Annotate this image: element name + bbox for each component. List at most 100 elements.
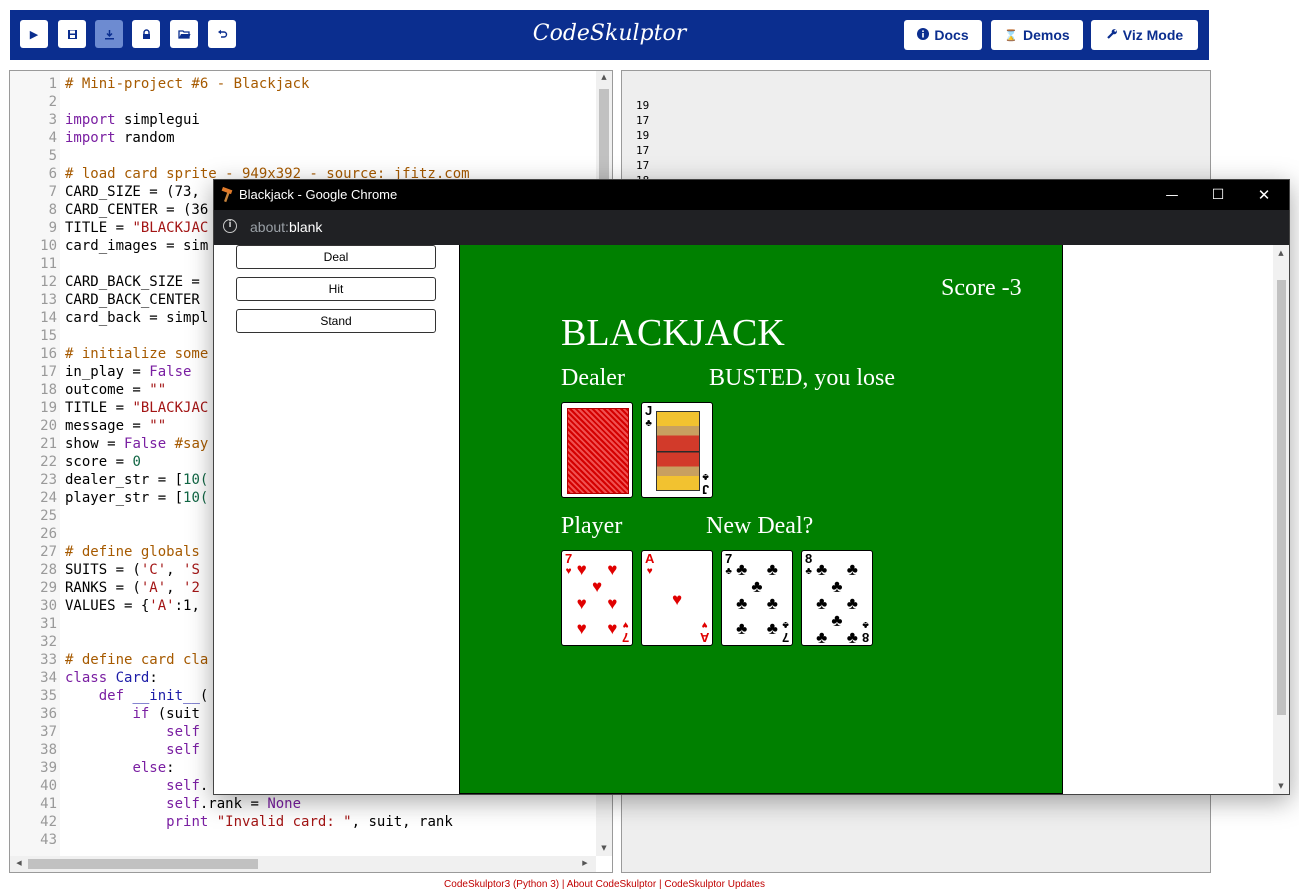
card-suit-icon: ♣ — [782, 619, 789, 630]
code-line[interactable]: 2 — [10, 93, 595, 111]
code-token: show = — [65, 436, 125, 452]
save-icon[interactable] — [58, 20, 86, 48]
line-number: 28 — [40, 562, 57, 578]
code-token: .rank = — [199, 796, 268, 812]
playing-card: A ♥ A ♥ ♥ — [641, 550, 713, 646]
page-vertical-scrollbar[interactable]: ▲ ▼ — [1273, 245, 1289, 794]
code-token: message = — [65, 418, 150, 434]
console-line: 19 — [636, 99, 650, 112]
card-rank: A — [645, 551, 655, 566]
card-corner: A ♥ — [700, 618, 709, 645]
line-number: 15 — [40, 328, 57, 344]
code-token: outcome = — [65, 382, 150, 398]
line-number: 36 — [40, 706, 57, 722]
code-token: "BLACKJAC — [132, 220, 209, 236]
dealer-label: Dealer — [561, 365, 625, 391]
docs-button[interactable]: Docs — [904, 20, 982, 50]
line-number: 42 — [40, 814, 57, 830]
code-token: 0 — [132, 454, 141, 470]
line-number: 39 — [40, 760, 57, 776]
code-token: import — [65, 130, 116, 146]
suit-pip-icon: ♣ — [831, 611, 843, 630]
url-host: blank — [288, 219, 323, 235]
code-line[interactable]: 3 import simplegui — [10, 111, 595, 129]
scroll-down-icon[interactable]: ▼ — [1276, 782, 1286, 790]
code-token: "BLACKJAC — [132, 400, 209, 416]
line-number: 2 — [48, 94, 57, 110]
footer-links[interactable]: CodeSkulptor3 (Python 3) | About CodeSku… — [0, 879, 1209, 890]
demos-button[interactable]: ⌛ Demos — [991, 20, 1083, 50]
code-line[interactable]: 43 — [10, 831, 595, 849]
line-number: 19 — [40, 400, 57, 416]
line-number: 24 — [40, 490, 57, 506]
code-token: , — [166, 562, 184, 578]
url-text[interactable]: about:blank — [250, 219, 322, 235]
address-bar[interactable]: i about:blank — [214, 210, 1289, 245]
editor-horizontal-scrollbar[interactable]: ◀ ▶ — [10, 856, 596, 872]
code-line[interactable]: 4 import random — [10, 129, 595, 147]
card-corner: J ♣ — [702, 470, 709, 497]
code-line[interactable]: 41 self.rank = None — [10, 795, 595, 813]
toolbar: ▶ CodeSkulptor Docs ⌛ Demos Viz Mode — [10, 10, 1209, 60]
scroll-up-icon[interactable]: ▲ — [1276, 249, 1286, 257]
scroll-right-icon[interactable]: ▶ — [580, 859, 590, 867]
card-suit-icon: ♥ — [622, 619, 629, 630]
code-token: RANKS = ( — [65, 580, 141, 596]
scroll-up-icon[interactable]: ▲ — [599, 73, 609, 81]
download-icon[interactable] — [95, 20, 123, 48]
play-icon[interactable]: ▶ — [20, 20, 48, 48]
maximize-button[interactable]: ☐ — [1195, 180, 1241, 210]
card-rank: 7 — [781, 630, 789, 645]
undo-icon[interactable] — [208, 20, 236, 48]
info-icon[interactable]: i — [223, 219, 237, 233]
score-text: Score -3 — [941, 275, 1022, 301]
game-canvas[interactable]: Score -3 BLACKJACK Dealer BUSTED, you lo… — [459, 245, 1063, 794]
code-token: dealer_str = [ — [65, 472, 184, 488]
card-pips: ♣ ♣ ♣ ♣ ♣ ♣ ♣ — [734, 561, 780, 637]
suit-pip-icon: ♣ — [736, 594, 748, 613]
card-corner: 7 ♣ — [781, 618, 789, 645]
line-number: 12 — [40, 274, 57, 290]
viz-mode-button[interactable]: Viz Mode — [1091, 20, 1198, 50]
code-token: None — [267, 796, 302, 812]
code-token: player_str = [ — [65, 490, 184, 506]
line-number: 4 — [48, 130, 57, 146]
line-number: 11 — [40, 256, 57, 272]
minimize-button[interactable]: — — [1149, 180, 1195, 210]
window-titlebar[interactable]: Blackjack - Google Chrome — ☐ ✕ — [214, 180, 1289, 210]
code-line[interactable]: 5 — [10, 147, 595, 165]
folder-open-icon[interactable] — [170, 20, 198, 48]
card-corner: J ♣ — [645, 404, 652, 430]
code-token: self — [166, 796, 200, 812]
code-token: self — [166, 724, 200, 740]
line-number: 8 — [48, 202, 57, 218]
card-back — [561, 402, 633, 498]
wrench-icon — [1106, 27, 1118, 43]
code-line[interactable]: 1 # Mini-project #6 - Blackjack — [10, 75, 595, 93]
code-token: 'S — [183, 562, 200, 578]
scroll-down-icon[interactable]: ▼ — [599, 844, 609, 852]
card-pips: ♣ ♣ ♣ ♣ ♣ ♣ ♣ ♣ — [814, 561, 860, 646]
line-number: 6 — [48, 166, 57, 182]
console-lines: 191719171718 — [636, 98, 649, 188]
line-number: 33 — [40, 652, 57, 668]
page-vertical-scroll-thumb[interactable] — [1277, 280, 1286, 715]
card-back-pattern — [567, 408, 629, 494]
deal-button[interactable]: Deal — [236, 245, 436, 269]
editor-horizontal-scroll-thumb[interactable] — [28, 859, 258, 869]
card-pips: ♥ — [654, 561, 700, 637]
hit-button[interactable]: Hit — [236, 277, 436, 301]
code-token: CARD_BACK_SIZE = — [65, 274, 209, 290]
code-token: "" — [149, 418, 167, 434]
code-token: 10( — [183, 472, 209, 488]
code-token: card_back = simpl — [65, 310, 209, 326]
stand-button[interactable]: Stand — [236, 309, 436, 333]
code-line[interactable]: 42 print "Invalid card: ", suit, rank — [10, 813, 595, 831]
code-token: : — [149, 670, 158, 686]
line-number: 40 — [40, 778, 57, 794]
lock-icon[interactable] — [132, 20, 160, 48]
demos-label: Demos — [1023, 27, 1070, 43]
scroll-left-icon[interactable]: ◀ — [14, 859, 24, 867]
close-button[interactable]: ✕ — [1241, 180, 1287, 210]
